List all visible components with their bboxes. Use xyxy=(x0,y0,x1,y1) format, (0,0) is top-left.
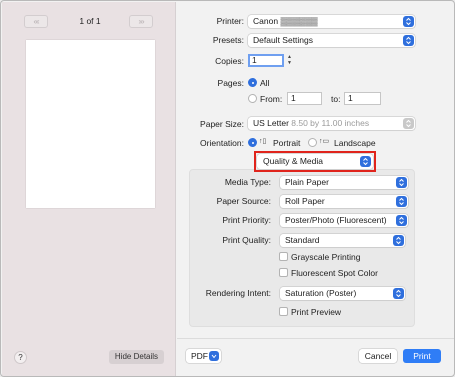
media-type-select[interactable]: Plain Paper xyxy=(280,176,408,189)
print-priority-select[interactable]: Poster/Photo (Fluorescent) xyxy=(280,214,408,227)
chevron-updown-icon xyxy=(393,235,404,246)
rendering-intent-select[interactable]: Saturation (Poster) xyxy=(280,287,405,300)
chevron-down-icon xyxy=(209,351,219,361)
pdf-menu-button[interactable]: PDF xyxy=(186,349,221,363)
chevron-updown-icon xyxy=(403,118,414,129)
media-type-value: Plain Paper xyxy=(285,177,329,187)
preview-pane: «‹ 1 of 1 ›» ? Hide Details xyxy=(2,2,176,376)
orientation-landscape-radio[interactable] xyxy=(308,138,317,147)
settings-pane: Printer: Canon ▓▓▓▓▓▓ Presets: Default S… xyxy=(177,2,454,376)
print-priority-value: Poster/Photo (Fluorescent) xyxy=(285,215,387,225)
pages-label: Pages: xyxy=(217,78,244,88)
grayscale-label: Grayscale Printing xyxy=(291,252,361,262)
pdf-label: PDF xyxy=(191,351,208,361)
print-preview-label: Print Preview xyxy=(291,307,342,317)
grayscale-checkbox[interactable] xyxy=(279,252,288,261)
highlight-box xyxy=(254,151,376,172)
footer-divider xyxy=(177,338,454,339)
pages-all-label: All xyxy=(260,78,270,88)
last-page-icon: » xyxy=(140,17,145,26)
pages-from-label: From: xyxy=(260,94,283,104)
chevron-updown-icon xyxy=(403,16,414,27)
paper-size-select[interactable]: US Letter 8.50 by 11.00 inches xyxy=(248,117,415,130)
page-counter: 1 of 1 xyxy=(79,16,101,26)
pages-all-radio[interactable] xyxy=(248,78,257,87)
print-quality-label: Print Quality: xyxy=(222,235,271,245)
printer-label: Printer: xyxy=(216,16,244,26)
paper-source-select[interactable]: Roll Paper xyxy=(280,195,408,208)
paper-size-label: Paper Size: xyxy=(200,119,244,129)
stepper-down-icon: ▼ xyxy=(287,60,292,66)
pages-from-field[interactable]: 1 xyxy=(287,92,322,105)
chevron-updown-icon xyxy=(396,196,407,207)
paper-source-value: Roll Paper xyxy=(285,196,325,206)
portrait-icon: ↑▯ xyxy=(259,138,267,145)
chevron-updown-icon xyxy=(403,35,414,46)
pages-to-label: to: xyxy=(331,94,341,104)
copies-stepper[interactable]: ▲ ▼ xyxy=(286,54,293,67)
page-preview xyxy=(26,40,155,208)
next-page-button[interactable]: ›» xyxy=(129,15,153,28)
chevron-updown-icon xyxy=(396,215,407,226)
pages-range-radio[interactable] xyxy=(248,94,257,103)
print-quality-select[interactable]: Standard xyxy=(280,234,405,247)
printer-select[interactable]: Canon ▓▓▓▓▓▓ xyxy=(248,15,415,28)
pages-to-field[interactable]: 1 xyxy=(344,92,381,105)
rendering-intent-value: Saturation (Poster) xyxy=(285,288,357,298)
printer-name-redacted: ▓▓▓▓▓▓ xyxy=(280,16,318,26)
print-quality-value: Standard xyxy=(285,235,320,245)
copies-field[interactable]: 1 xyxy=(248,54,284,67)
printer-value: Canon xyxy=(253,16,279,26)
paper-size-detail: 8.50 by 11.00 inches xyxy=(291,118,370,128)
hide-details-button[interactable]: Hide Details xyxy=(109,350,164,364)
paper-source-label: Paper Source: xyxy=(216,196,271,206)
fluorescent-checkbox[interactable] xyxy=(279,268,288,277)
quality-media-panel: Media Type: Plain Paper Paper Source: Ro… xyxy=(189,169,415,327)
landscape-icon: ↑▭ xyxy=(319,138,330,145)
media-type-label: Media Type: xyxy=(224,177,271,187)
print-button[interactable]: Print xyxy=(403,349,441,363)
chevron-updown-icon xyxy=(393,288,404,299)
chevron-updown-icon xyxy=(396,177,407,188)
fluorescent-label: Fluorescent Spot Color xyxy=(291,268,378,278)
orientation-portrait-label: Portrait xyxy=(273,138,301,148)
copies-label: Copies: xyxy=(215,56,244,66)
print-preview-checkbox[interactable] xyxy=(279,307,288,316)
presets-value: Default Settings xyxy=(253,35,314,45)
orientation-label: Orientation: xyxy=(200,138,244,148)
presets-label: Presets: xyxy=(212,35,244,45)
orientation-portrait-radio[interactable] xyxy=(248,138,257,147)
first-page-button[interactable]: «‹ xyxy=(24,15,48,28)
paper-size-value: US Letter xyxy=(253,118,289,128)
cancel-button[interactable]: Cancel xyxy=(359,349,397,363)
rendering-intent-label: Rendering Intent: xyxy=(205,288,271,298)
print-dialog: «‹ 1 of 1 ›» ? Hide Details Printer: Can… xyxy=(0,0,455,377)
prev-page-icon: ‹ xyxy=(36,17,40,26)
orientation-landscape-label: Landscape xyxy=(334,138,376,148)
help-button[interactable]: ? xyxy=(14,351,27,364)
presets-select[interactable]: Default Settings xyxy=(248,34,415,47)
print-priority-label: Print Priority: xyxy=(222,215,271,225)
